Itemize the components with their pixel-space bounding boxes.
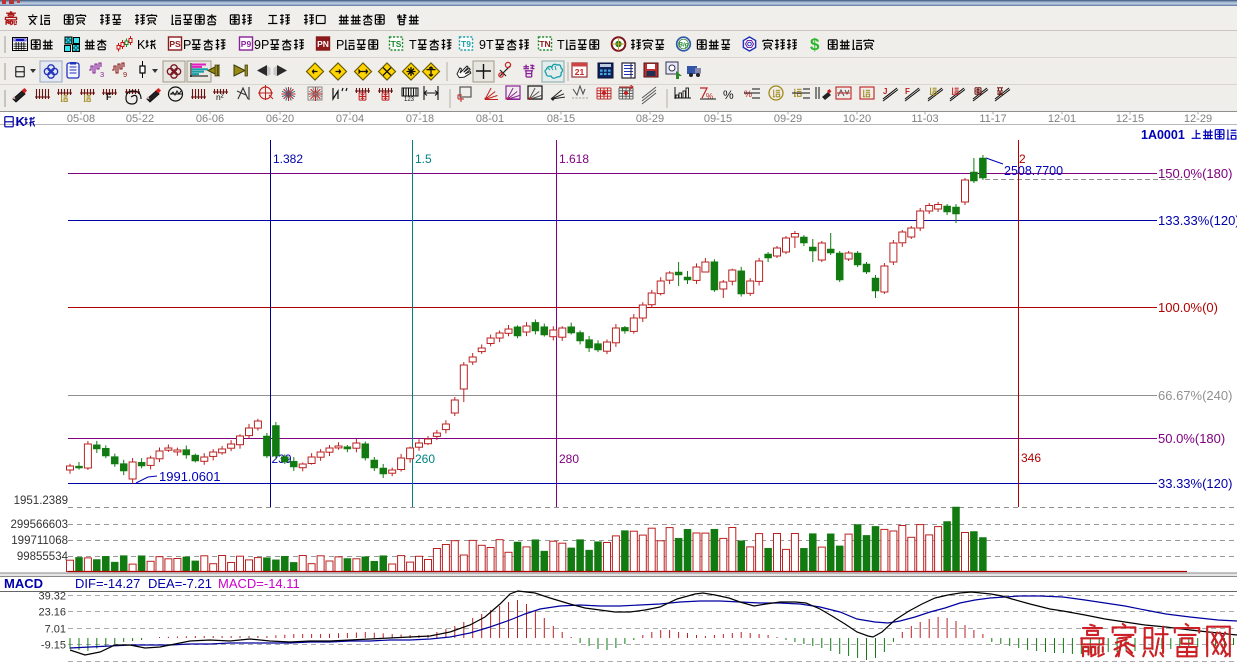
svg-text:39.32: 39.32: [38, 591, 66, 603]
svg-text:05-08: 05-08: [67, 113, 95, 125]
svg-text:50.0%(180): 50.0%(180): [1158, 431, 1225, 446]
svg-text:9T: 9T: [479, 38, 494, 52]
svg-text:280: 280: [559, 452, 579, 466]
svg-text:05-22: 05-22: [126, 113, 154, 125]
svg-text:%: %: [723, 88, 734, 102]
svg-text:J: J: [883, 87, 887, 96]
svg-text:1991.0601: 1991.0601: [159, 469, 220, 484]
svg-text:$: $: [810, 35, 820, 54]
svg-text:260: 260: [415, 452, 435, 466]
svg-text:346: 346: [1021, 451, 1041, 465]
svg-text:66.67%(240): 66.67%(240): [1158, 388, 1232, 403]
svg-text:08-01: 08-01: [476, 113, 504, 125]
svg-text:K: K: [137, 38, 146, 52]
svg-text:T: T: [557, 38, 565, 52]
svg-text:T9: T9: [461, 39, 471, 49]
svg-text:08-29: 08-29: [636, 113, 664, 125]
svg-text:133.33%(120): 133.33%(120): [1158, 213, 1237, 228]
svg-text:199711068: 199711068: [11, 535, 68, 547]
svg-text:MACD=-14.11: MACD=-14.11: [218, 576, 300, 591]
svg-text:TN: TN: [539, 39, 550, 49]
svg-text:9P: 9P: [254, 38, 269, 52]
svg-text:100.0%(0): 100.0%(0): [1158, 300, 1218, 315]
svg-text:06-20: 06-20: [266, 113, 294, 125]
svg-text:1951.2389: 1951.2389: [14, 495, 68, 507]
svg-text:21: 21: [575, 67, 585, 77]
svg-text:07-04: 07-04: [336, 113, 364, 125]
svg-text:T: T: [409, 38, 417, 52]
svg-text:PN: PN: [317, 39, 329, 49]
svg-text:08-15: 08-15: [547, 113, 575, 125]
svg-text:99855534: 99855534: [17, 551, 69, 563]
svg-text:PS: PS: [169, 39, 181, 49]
svg-text:%: %: [706, 92, 713, 101]
svg-text:Big: Big: [678, 41, 689, 48]
svg-text:12-01: 12-01: [1048, 113, 1076, 125]
svg-text:299566603: 299566603: [10, 519, 68, 531]
svg-text:DIF=-14.27: DIF=-14.27: [75, 576, 140, 591]
svg-text:-9.15: -9.15: [41, 640, 66, 652]
svg-text:1.5: 1.5: [415, 152, 432, 166]
svg-text:1A0001: 1A0001: [1141, 128, 1185, 142]
svg-text:09-29: 09-29: [774, 113, 802, 125]
svg-text:33.33%(120): 33.33%(120): [1158, 476, 1232, 491]
svg-text:12-29: 12-29: [1184, 113, 1212, 125]
svg-text:09-15: 09-15: [704, 113, 732, 125]
svg-text:10-20: 10-20: [843, 113, 871, 125]
svg-text:150.0%(180): 150.0%(180): [1158, 166, 1232, 181]
svg-text:123: 123: [404, 97, 415, 103]
svg-text:P: P: [183, 38, 191, 52]
svg-text:3: 3: [100, 70, 104, 79]
svg-text:TS: TS: [391, 39, 402, 49]
svg-text:P: P: [336, 38, 344, 52]
svg-text:12-15: 12-15: [1116, 113, 1144, 125]
svg-text:23.16: 23.16: [38, 607, 66, 619]
svg-text:9: 9: [123, 70, 127, 79]
svg-text:MACD: MACD: [4, 576, 43, 591]
svg-text:F: F: [905, 87, 910, 96]
svg-text:07-18: 07-18: [406, 113, 434, 125]
svg-text:06-06: 06-06: [196, 113, 224, 125]
svg-text:K: K: [16, 114, 26, 129]
svg-text:n²: n²: [216, 92, 224, 102]
svg-text:1.618: 1.618: [559, 152, 589, 166]
svg-text:11-03: 11-03: [911, 113, 938, 125]
svg-text:DEA=-7.21: DEA=-7.21: [148, 576, 212, 591]
svg-text:2508.7700: 2508.7700: [1004, 164, 1063, 178]
svg-text:11-17: 11-17: [979, 113, 1006, 125]
svg-text:P9: P9: [241, 39, 252, 49]
svg-text:1.382: 1.382: [273, 152, 303, 166]
svg-text:%: %: [744, 89, 752, 99]
svg-text:F: F: [106, 92, 112, 102]
svg-text:7.01: 7.01: [45, 624, 66, 636]
